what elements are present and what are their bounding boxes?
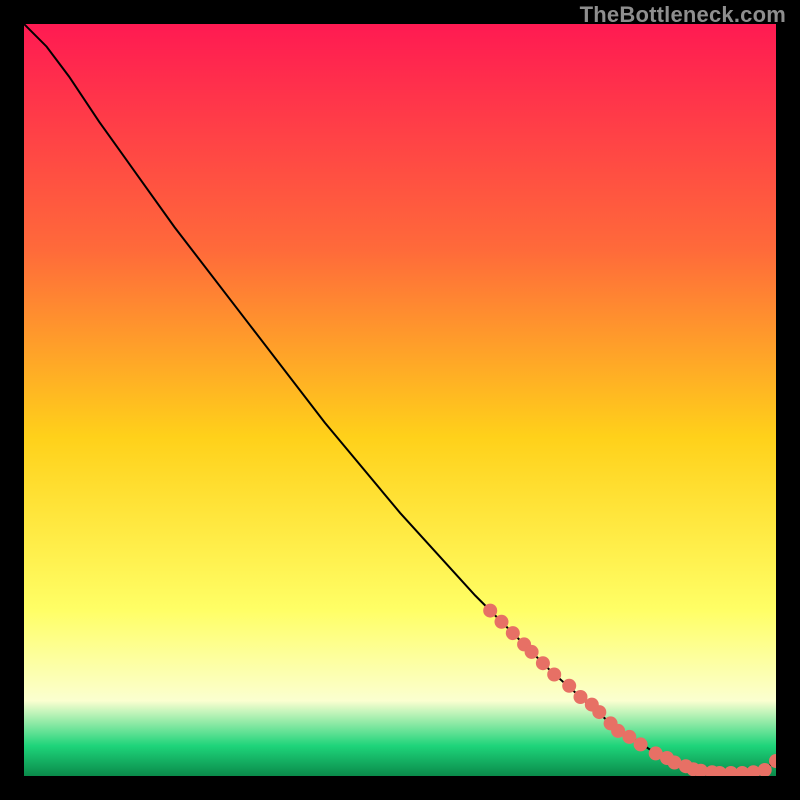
watermark-text: TheBottleneck.com [580, 2, 786, 28]
data-point [506, 626, 520, 640]
plot-svg [24, 24, 776, 776]
data-point [536, 656, 550, 670]
data-point [562, 679, 576, 693]
data-point [483, 604, 497, 618]
plot-area [24, 24, 776, 776]
data-point [525, 645, 539, 659]
gradient-background [24, 24, 776, 776]
chart-frame: TheBottleneck.com [0, 0, 800, 800]
data-point [495, 615, 509, 629]
data-point [547, 668, 561, 682]
data-point [592, 705, 606, 719]
data-point [634, 737, 648, 751]
